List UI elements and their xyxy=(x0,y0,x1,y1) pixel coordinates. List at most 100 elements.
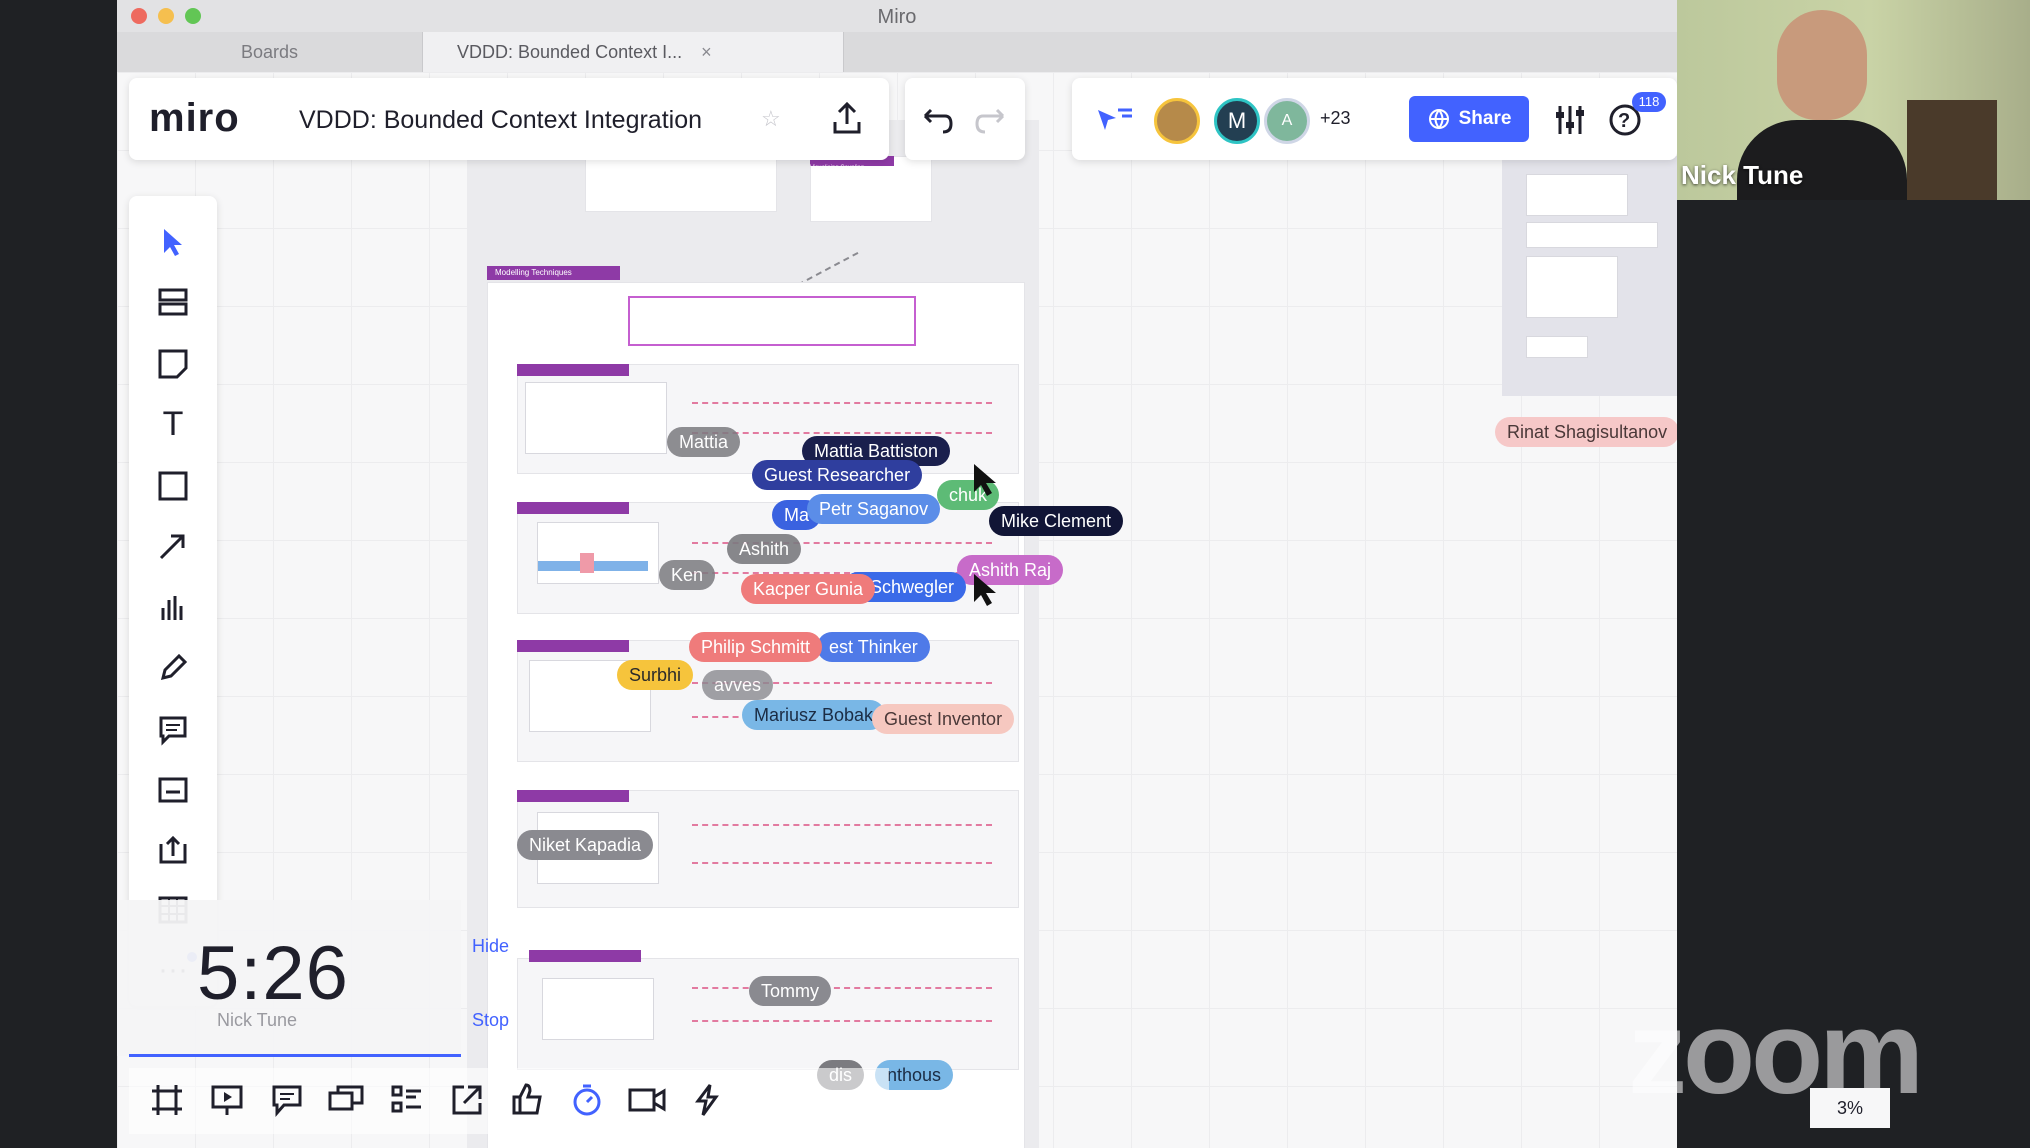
miro-window: Miro Boards VDDD: Bounded Context I... ×… xyxy=(117,0,1677,1148)
undo-icon[interactable] xyxy=(917,102,953,138)
board-header: miro VDDD: Bounded Context Integration ☆ xyxy=(129,78,889,160)
video-chat-button[interactable] xyxy=(617,1070,677,1130)
cursor-label: Mattia xyxy=(667,427,741,457)
square-icon xyxy=(158,471,188,501)
cursor-filter-icon[interactable] xyxy=(1094,102,1134,138)
row-divider xyxy=(692,987,992,989)
thumbs-up-icon xyxy=(512,1083,542,1115)
share-screen-button[interactable] xyxy=(437,1070,497,1130)
pen-tool[interactable] xyxy=(129,640,217,696)
comment-icon xyxy=(159,716,187,746)
frame-title: Modelling Techniques xyxy=(487,266,620,280)
upload-tool[interactable] xyxy=(129,822,217,878)
star-icon[interactable]: ☆ xyxy=(761,106,781,132)
cards-button[interactable] xyxy=(317,1070,377,1130)
cursor-label: Kacper Gunia xyxy=(741,574,876,604)
timer-progress xyxy=(129,1054,461,1057)
svg-text:?: ? xyxy=(1618,110,1630,132)
row-divider xyxy=(692,1020,992,1022)
presentation-button[interactable] xyxy=(197,1070,257,1130)
redo-icon[interactable] xyxy=(975,102,1011,138)
text-tool[interactable]: T xyxy=(129,396,217,452)
presentation-icon xyxy=(211,1085,243,1115)
mouse-pointer-icon xyxy=(974,574,996,606)
more-collaborators-count[interactable]: +23 xyxy=(1320,108,1351,129)
comments-icon xyxy=(272,1085,302,1117)
timer-panel: 5:26 Nick Tune xyxy=(117,900,461,1056)
external-link-icon xyxy=(452,1085,482,1115)
collaborator-avatar[interactable] xyxy=(1154,98,1200,144)
board-title[interactable]: VDDD: Bounded Context Integration xyxy=(299,106,702,135)
video-camera-icon xyxy=(628,1088,666,1112)
kanban-button[interactable] xyxy=(377,1070,437,1130)
select-tool[interactable] xyxy=(129,214,217,270)
collaborator-avatar[interactable]: M xyxy=(1214,98,1260,144)
row-thumbnail[interactable] xyxy=(542,978,654,1040)
timer-display: 5:26 xyxy=(197,931,349,1016)
voting-button[interactable] xyxy=(497,1070,557,1130)
collaboration-panel: M A +23 Share ? 118 xyxy=(1072,78,1677,160)
comment-tool[interactable] xyxy=(129,702,217,758)
row-tag xyxy=(517,640,629,652)
row-thumbnail[interactable] xyxy=(525,382,667,454)
intro-card[interactable] xyxy=(628,296,916,346)
row-divider xyxy=(692,862,992,864)
card-icon xyxy=(158,777,188,803)
collaborator-avatar[interactable]: A xyxy=(1264,98,1310,144)
pointer-icon xyxy=(164,229,182,256)
tab-board-label: VDDD: Bounded Context I... xyxy=(457,42,683,62)
text-icon: T xyxy=(162,404,184,443)
pen-icon xyxy=(160,653,188,681)
tab-bar: Boards VDDD: Bounded Context I... × xyxy=(117,32,1677,72)
apps-button[interactable] xyxy=(677,1070,737,1130)
cursor-label: Niket Kapadia xyxy=(517,830,654,860)
mouse-pointer-icon xyxy=(974,464,996,496)
row-tag xyxy=(517,364,629,376)
cursor-label: Petr Saganov xyxy=(807,494,941,524)
connection-line-tool[interactable] xyxy=(129,518,217,574)
minimap[interactable] xyxy=(1502,156,1677,396)
row-tag xyxy=(529,950,641,962)
chart-tool[interactable] xyxy=(129,580,217,636)
tab-board[interactable]: VDDD: Bounded Context I... × xyxy=(422,32,844,72)
zoom-level[interactable]: 3% xyxy=(1810,1088,1890,1128)
bar-chart-icon xyxy=(161,596,183,620)
miro-logo[interactable]: miro xyxy=(149,96,240,141)
sticky-note-tool[interactable] xyxy=(129,336,217,392)
tab-boards[interactable]: Boards xyxy=(241,32,341,72)
share-button[interactable]: Share xyxy=(1409,96,1529,142)
timer-stop-button[interactable]: Stop xyxy=(472,1010,509,1031)
window-title: Miro xyxy=(877,6,917,28)
cursor-label: Mariusz Bobak xyxy=(742,700,886,730)
shape-tool[interactable] xyxy=(129,458,217,514)
comments-button[interactable] xyxy=(257,1070,317,1130)
presenter-video: Nick Tune xyxy=(1677,0,2030,200)
row-tag xyxy=(517,502,629,514)
stopwatch-icon xyxy=(573,1084,601,1116)
tab-close-icon[interactable]: × xyxy=(701,42,712,62)
export-icon[interactable] xyxy=(829,100,865,136)
frame-tool[interactable] xyxy=(129,762,217,818)
upload-icon xyxy=(159,835,187,864)
globe-icon xyxy=(1428,109,1449,129)
timer-owner: Nick Tune xyxy=(217,1010,298,1030)
cursor-label: Ken xyxy=(659,560,716,590)
cursor-label: Philip Schmitt xyxy=(689,632,823,662)
settings-sliders-icon[interactable] xyxy=(1552,102,1588,138)
undo-redo-panel xyxy=(905,78,1025,160)
bottom-toolbar xyxy=(129,1068,889,1134)
share-label: Share xyxy=(1458,108,1512,129)
cursor-label: Guest Inventor xyxy=(872,704,1015,734)
row-thumbnail[interactable] xyxy=(537,522,659,584)
templates-tool[interactable] xyxy=(129,274,217,330)
notifications-badge[interactable]: 118 xyxy=(1632,92,1666,112)
sticky-note-icon xyxy=(158,349,188,379)
row-tag xyxy=(517,790,629,802)
cursor-label: Ashith xyxy=(727,534,802,564)
timer-hide-button[interactable]: Hide xyxy=(472,936,509,957)
row-divider xyxy=(692,824,992,826)
timer-button[interactable] xyxy=(557,1070,617,1130)
presenter-name: Nick Tune xyxy=(1681,160,1804,190)
cursor-label: Mike Clement xyxy=(989,506,1124,536)
frames-button[interactable] xyxy=(137,1070,197,1130)
